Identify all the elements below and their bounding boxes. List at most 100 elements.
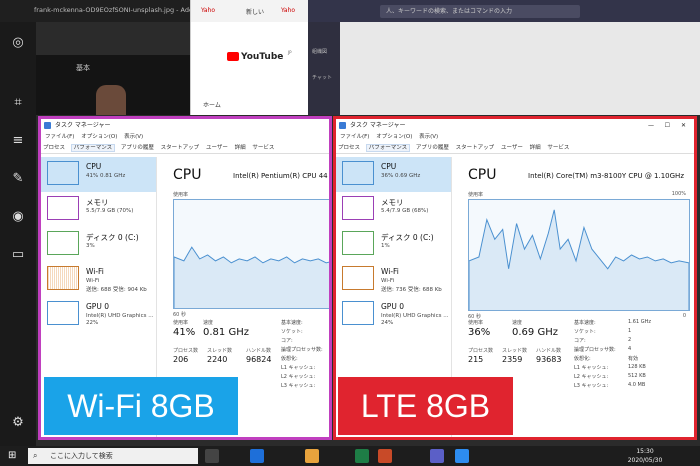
window-title: タスク マネージャー — ☐ ✕ xyxy=(336,119,694,132)
process-label: プロセス数 xyxy=(173,348,199,354)
disk-thumb xyxy=(47,231,79,255)
layers-icon[interactable]: ▭ xyxy=(9,246,27,264)
detail-title: CPU xyxy=(173,167,202,183)
tab-processes[interactable]: プロセス xyxy=(338,145,360,151)
tab-services[interactable]: サービス xyxy=(252,145,274,151)
tab-details[interactable]: 詳細 xyxy=(235,145,246,151)
speed-label: 速度 xyxy=(512,320,523,326)
tab-bar: プロセス パフォーマンス アプリの履歴 スタートアップ ユーザー 詳細 サービス xyxy=(336,143,694,154)
resource-wifi[interactable]: Wi-Fi Wi-Fi 送信: 736 受信: 688 Kb xyxy=(336,262,451,297)
tab-yahoo-2[interactable]: Yaho xyxy=(281,7,295,14)
tab-bar: プロセス パフォーマンス アプリの履歴 スタートアップ ユーザー 詳細 サービス xyxy=(41,143,329,154)
tab-users[interactable]: ユーザー xyxy=(206,145,228,151)
powerpoint-icon[interactable] xyxy=(378,449,392,463)
tab-app-history[interactable]: アプリの履歴 xyxy=(416,145,449,151)
cpu-graph xyxy=(173,199,329,309)
cortana-icon[interactable] xyxy=(205,449,219,463)
teams-search-input[interactable]: 人、キーワードの検索、またはコマンドの入力 xyxy=(380,5,580,18)
menu-options[interactable]: オプション(O) xyxy=(376,134,412,140)
tab-yahoo-1[interactable]: Yaho xyxy=(201,7,215,14)
teams-app-bar: 組織図 チャット xyxy=(308,22,340,115)
home-label[interactable]: ホーム xyxy=(203,100,221,109)
task-manager-window-wifi: タスク マネージャー ファイル(F) オプション(O) 表示(V) プロセス パ… xyxy=(38,116,332,440)
minimize-icon[interactable]: — xyxy=(648,119,654,132)
detail-title: CPU xyxy=(468,167,497,183)
bandage-icon[interactable]: ✎ xyxy=(9,170,27,188)
photos-icon[interactable] xyxy=(455,449,469,463)
graph-max-label: 100% xyxy=(671,191,686,197)
browser-window: Yaho 新しい Yaho YouTube JP ホーム xyxy=(190,0,309,115)
spec-key: L1 キャッシュ: xyxy=(574,365,609,371)
menu-view[interactable]: 表示(V) xyxy=(419,134,438,140)
resource-disk[interactable]: ディスク 0 (C:) 3% xyxy=(41,227,156,262)
system-clock[interactable]: 15:30 2020/05/30 xyxy=(615,447,675,465)
gpu-thumb xyxy=(47,301,79,325)
photo-tab-title[interactable]: frank-mckenna-OD9EOzfSONI-unsplash.jpg -… xyxy=(34,6,207,14)
resource-disk[interactable]: ディスク 0 (C:) 1% xyxy=(336,227,451,262)
youtube-logo-icon[interactable] xyxy=(227,52,239,61)
spec-key: 仮想化: xyxy=(574,356,591,362)
spec-key: 論理プロセッサ数: xyxy=(574,347,616,353)
thread-value: 2240 xyxy=(207,355,228,364)
resource-memory[interactable]: メモリ 5.4/7.9 GB (68%) xyxy=(336,192,451,227)
spec-key: ソケット: xyxy=(281,329,303,335)
graph-usage-label: 使用率 xyxy=(173,192,189,198)
resource-wifi[interactable]: Wi-Fi Wi-Fi 送信: 688 受信: 904 Kb xyxy=(41,262,156,297)
eye-icon[interactable]: ◉ xyxy=(9,208,27,226)
windows-start-icon[interactable]: ⊞ xyxy=(8,450,16,461)
tab-performance[interactable]: パフォーマンス xyxy=(70,144,116,152)
spec-key: L2 キャッシュ: xyxy=(281,374,316,380)
menu-view[interactable]: 表示(V) xyxy=(124,134,143,140)
gpu-thumb xyxy=(342,301,374,325)
tab-new[interactable]: 新しい xyxy=(246,7,264,16)
disk-thumb xyxy=(342,231,374,255)
gear-icon[interactable]: ⚙ xyxy=(9,414,27,432)
usage-label: 使用率 xyxy=(468,320,484,326)
resource-gpu[interactable]: GPU 0 Intel(R) UHD Graphics ... 24% xyxy=(336,297,451,332)
handle-label: ハンドル数 xyxy=(246,348,272,354)
menu-options[interactable]: オプション(O) xyxy=(81,134,117,140)
tab-startup[interactable]: スタートアップ xyxy=(161,145,200,151)
tab-startup[interactable]: スタートアップ xyxy=(456,145,495,151)
teams-icon[interactable] xyxy=(430,449,444,463)
excel-icon[interactable] xyxy=(355,449,369,463)
resource-gpu[interactable]: GPU 0 Intel(R) UHD Graphics ... 22% xyxy=(41,297,156,332)
circles-icon[interactable]: ◎ xyxy=(9,34,27,52)
resource-cpu[interactable]: CPU 36% 0.69 GHz xyxy=(336,157,451,192)
task-manager-icon xyxy=(339,122,346,129)
wifi-thumb xyxy=(47,266,79,290)
tab-app-history[interactable]: アプリの履歴 xyxy=(121,145,154,151)
tab-services[interactable]: サービス xyxy=(547,145,569,151)
tab-details[interactable]: 詳細 xyxy=(530,145,541,151)
explorer-icon[interactable] xyxy=(305,449,319,463)
resource-memory[interactable]: メモリ 5.5/7.9 GB (70%) xyxy=(41,192,156,227)
tab-users[interactable]: ユーザー xyxy=(501,145,523,151)
handle-label: ハンドル数 xyxy=(536,348,562,354)
menu-bar: ファイル(F) オプション(O) 表示(V) xyxy=(41,132,329,143)
cpu-graph xyxy=(468,199,690,311)
tab-processes[interactable]: プロセス xyxy=(43,145,65,151)
edge-icon[interactable] xyxy=(250,449,264,463)
photo-preview: 基本 xyxy=(36,55,190,115)
resource-cpu[interactable]: CPU 41% 0.81 GHz xyxy=(41,157,156,192)
sliders-icon[interactable]: ≡ xyxy=(9,132,27,150)
memory-thumb xyxy=(47,196,79,220)
maximize-icon[interactable]: ☐ xyxy=(665,119,670,132)
crop-icon[interactable]: ⌗ xyxy=(9,94,27,112)
youtube-jp: JP xyxy=(288,50,292,55)
menu-file[interactable]: ファイル(F) xyxy=(45,134,74,140)
photo-editor-toolbar: ◎ ⌗ ≡ ✎ ◉ ▭ ⚙ xyxy=(0,22,36,446)
taskbar-search-input[interactable]: ここに入力して検索 xyxy=(28,448,198,464)
menu-file[interactable]: ファイル(F) xyxy=(340,134,369,140)
speed-label: 速度 xyxy=(203,320,214,326)
tab-performance[interactable]: パフォーマンス xyxy=(365,144,411,152)
close-icon[interactable]: ✕ xyxy=(681,119,686,132)
spec-value: 有効 xyxy=(628,356,639,362)
search-icon: ⌕ xyxy=(33,451,38,460)
usage-value: 36% xyxy=(468,327,491,338)
teams-item-chat[interactable]: チャット xyxy=(312,74,332,81)
teams-item-org[interactable]: 組織図 xyxy=(312,48,327,55)
graph-usage-label: 使用率 xyxy=(468,192,484,198)
clock-date: 2020/05/30 xyxy=(627,457,663,464)
photo-basic-label[interactable]: 基本 xyxy=(76,63,90,73)
